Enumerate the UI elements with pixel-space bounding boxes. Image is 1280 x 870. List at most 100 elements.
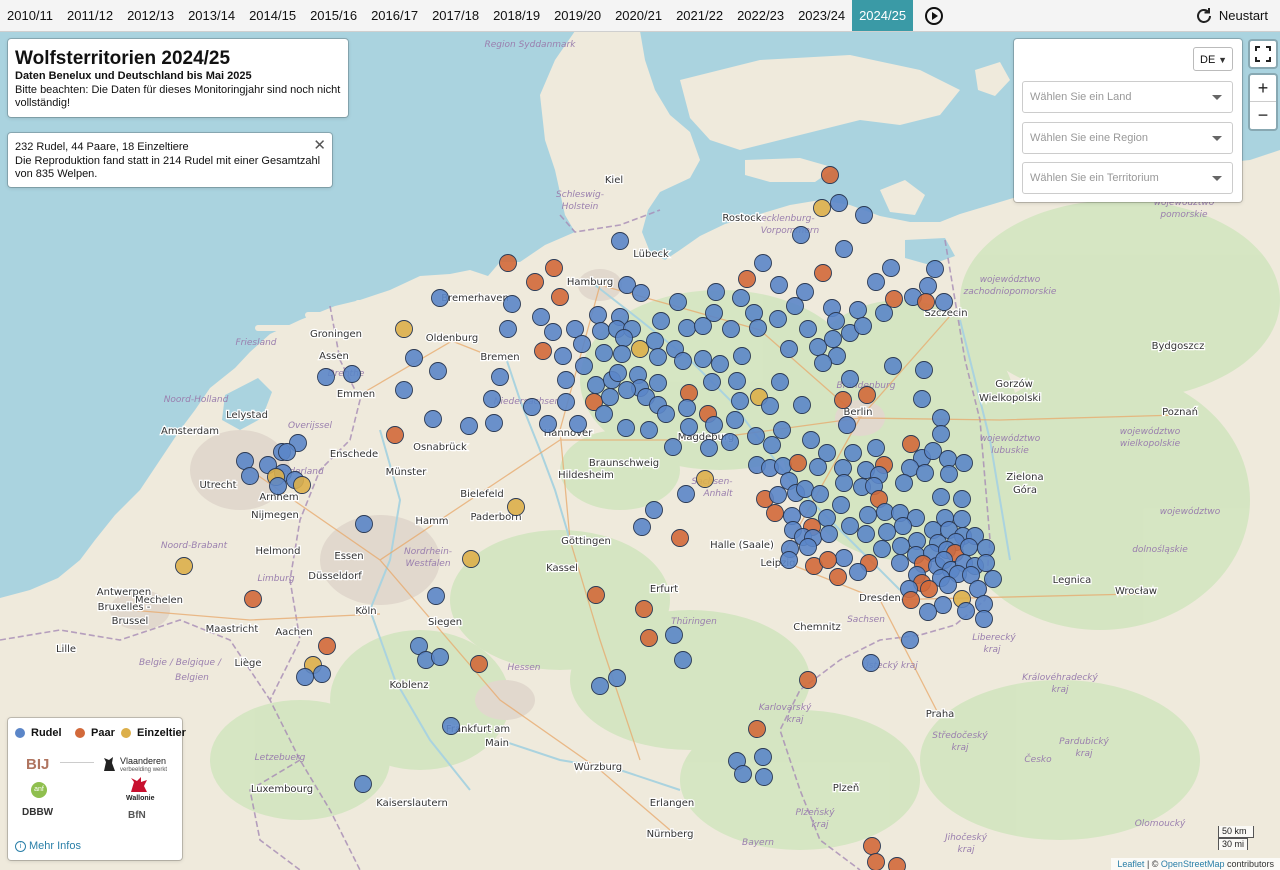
- territory-marker-pack[interactable]: [694, 350, 712, 368]
- territory-marker-pack[interactable]: [609, 364, 627, 382]
- territory-marker-pack[interactable]: [749, 319, 767, 337]
- territory-marker-pack[interactable]: [664, 438, 682, 456]
- territory-marker-pack[interactable]: [652, 312, 670, 330]
- territory-marker-pack[interactable]: [892, 537, 910, 555]
- territory-marker-pair[interactable]: [551, 288, 569, 306]
- leaflet-link[interactable]: Leaflet: [1117, 859, 1144, 869]
- year-tab-2013-14[interactable]: 2013/14: [181, 0, 242, 31]
- territory-marker-pack[interactable]: [595, 405, 613, 423]
- territory-marker-pack[interactable]: [678, 399, 696, 417]
- territory-marker-pack[interactable]: [608, 669, 626, 687]
- year-tab-2020-21[interactable]: 2020/21: [608, 0, 669, 31]
- territory-marker-pack[interactable]: [770, 276, 788, 294]
- territory-marker-pack[interactable]: [901, 459, 919, 477]
- year-tab-2011-12[interactable]: 2011/12: [60, 0, 120, 31]
- territory-marker-pack[interactable]: [613, 345, 631, 363]
- territory-marker-pack[interactable]: [354, 775, 372, 793]
- territory-marker-pack[interactable]: [711, 355, 729, 373]
- territory-marker-pack[interactable]: [771, 373, 789, 391]
- territory-marker-pack[interactable]: [859, 506, 877, 524]
- territory-marker-pack[interactable]: [849, 563, 867, 581]
- territory-marker-pack[interactable]: [780, 340, 798, 358]
- territory-marker-pack[interactable]: [774, 457, 792, 475]
- territory-marker-pack[interactable]: [857, 525, 875, 543]
- territory-marker-pack[interactable]: [569, 415, 587, 433]
- territory-marker-pack[interactable]: [873, 540, 891, 558]
- territory-marker-pack[interactable]: [728, 372, 746, 390]
- territory-marker-pack[interactable]: [544, 323, 562, 341]
- territory-marker-pack[interactable]: [745, 304, 763, 322]
- territory-marker-pack[interactable]: [919, 277, 937, 295]
- territory-marker-pack[interactable]: [618, 381, 636, 399]
- year-tab-2022-23[interactable]: 2022/23: [730, 0, 791, 31]
- territory-marker-pack[interactable]: [680, 418, 698, 436]
- territory-marker-pack[interactable]: [940, 465, 958, 483]
- territory-marker-pack[interactable]: [960, 538, 978, 556]
- territory-marker-pack[interactable]: [915, 361, 933, 379]
- territory-marker-pair[interactable]: [386, 426, 404, 444]
- year-tab-2021-22[interactable]: 2021/22: [669, 0, 730, 31]
- territory-marker-pack[interactable]: [939, 576, 957, 594]
- territory-marker-pack[interactable]: [705, 416, 723, 434]
- territory-marker-pack[interactable]: [431, 289, 449, 307]
- country-dropdown[interactable]: Wählen Sie ein Land: [1022, 81, 1233, 113]
- territory-marker-pack[interactable]: [491, 368, 509, 386]
- year-tab-2012-13[interactable]: 2012/13: [120, 0, 181, 31]
- territory-marker-pack[interactable]: [575, 357, 593, 375]
- territory-marker-pack[interactable]: [939, 450, 957, 468]
- territory-marker-pack[interactable]: [678, 319, 696, 337]
- territory-marker-pack[interactable]: [722, 320, 740, 338]
- territory-marker-pack[interactable]: [882, 259, 900, 277]
- territory-marker-pack[interactable]: [761, 397, 779, 415]
- territory-marker-pack[interactable]: [838, 416, 856, 434]
- year-tab-2010-11[interactable]: 2010/11: [0, 0, 60, 31]
- territory-marker-pack[interactable]: [820, 525, 838, 543]
- territory-marker-pack[interactable]: [592, 322, 610, 340]
- territory-marker-pack[interactable]: [633, 518, 651, 536]
- territory-marker-pack[interactable]: [483, 390, 501, 408]
- territory-marker-pack[interactable]: [236, 452, 254, 470]
- year-tab-2016-17[interactable]: 2016/17: [364, 0, 425, 31]
- territory-marker-pack[interactable]: [835, 549, 853, 567]
- territory-marker-pack[interactable]: [811, 485, 829, 503]
- territory-marker-pack[interactable]: [566, 320, 584, 338]
- territory-marker-pack[interactable]: [532, 308, 550, 326]
- territory-marker-pack[interactable]: [539, 415, 557, 433]
- territory-marker-pair[interactable]: [748, 720, 766, 738]
- territory-marker-pack[interactable]: [601, 388, 619, 406]
- territory-marker-pack[interactable]: [677, 485, 695, 503]
- territory-marker-pack[interactable]: [611, 232, 629, 250]
- territory-marker-pack[interactable]: [969, 580, 987, 598]
- territory-marker-pack[interactable]: [241, 467, 259, 485]
- territory-marker-pack[interactable]: [649, 374, 667, 392]
- territory-marker-pack[interactable]: [835, 474, 853, 492]
- territory-marker-pair[interactable]: [635, 600, 653, 618]
- territory-marker-pack[interactable]: [754, 254, 772, 272]
- territory-marker-pack[interactable]: [895, 474, 913, 492]
- territory-marker-pack[interactable]: [977, 554, 995, 572]
- territory-marker-pair[interactable]: [858, 386, 876, 404]
- territory-marker-pack[interactable]: [841, 370, 859, 388]
- territory-marker-pair[interactable]: [640, 629, 658, 647]
- territory-marker-pack[interactable]: [557, 371, 575, 389]
- territory-marker-pack[interactable]: [313, 665, 331, 683]
- territory-marker-pack[interactable]: [640, 421, 658, 439]
- territory-marker-pack[interactable]: [786, 297, 804, 315]
- territory-marker-single[interactable]: [293, 476, 311, 494]
- territory-marker-pack[interactable]: [919, 603, 937, 621]
- territory-marker-pack[interactable]: [799, 538, 817, 556]
- territory-marker-pair[interactable]: [902, 591, 920, 609]
- territory-marker-pair[interactable]: [829, 568, 847, 586]
- territory-marker-pair[interactable]: [799, 671, 817, 689]
- territory-marker-single[interactable]: [395, 320, 413, 338]
- osm-link[interactable]: OpenStreetMap: [1161, 859, 1225, 869]
- territory-marker-pack[interactable]: [632, 284, 650, 302]
- territory-marker-pack[interactable]: [554, 347, 572, 365]
- territory-marker-pack[interactable]: [844, 444, 862, 462]
- territory-marker-pack[interactable]: [707, 283, 725, 301]
- territory-marker-pack[interactable]: [984, 570, 1002, 588]
- fullscreen-button[interactable]: [1248, 39, 1278, 69]
- year-tab-2024-25[interactable]: 2024/25: [852, 0, 914, 31]
- territory-marker-pack[interactable]: [700, 439, 718, 457]
- territory-marker-pair[interactable]: [318, 637, 336, 655]
